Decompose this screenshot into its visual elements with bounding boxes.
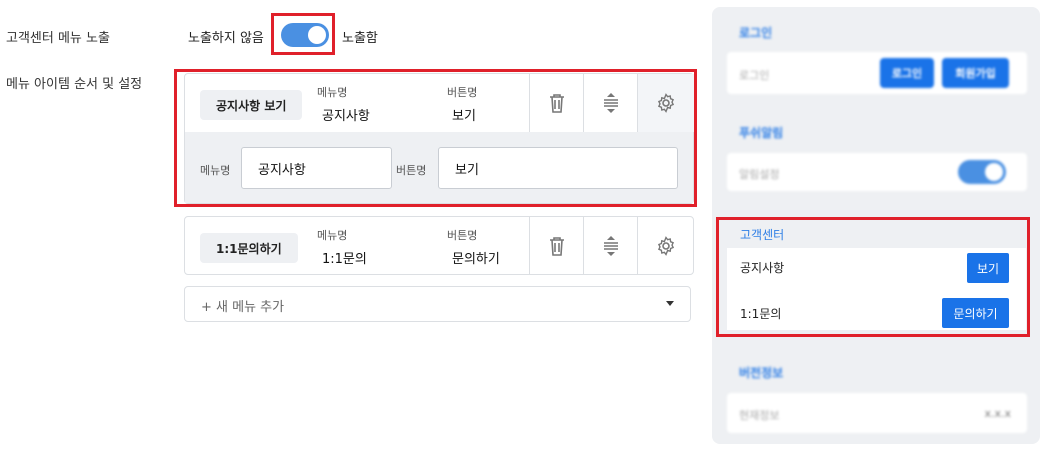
version-row: 현재정보 x.x.x <box>727 393 1027 433</box>
version-value: x.x.x <box>984 407 1011 420</box>
menu-item-edit-panel: 메뉴명 공지사항 버튼명 보기 <box>185 132 693 203</box>
support-row-label: 1:1문의 <box>740 307 782 321</box>
menu-item-tag[interactable]: 1:1문의하기 <box>200 233 298 263</box>
version-current-label: 현재정보 <box>739 409 780 422</box>
button-name-value: 문의하기 <box>452 252 500 267</box>
settings-button[interactable] <box>637 74 694 132</box>
reorder-icon <box>603 93 618 113</box>
delete-button[interactable] <box>529 74 583 132</box>
button-name-input[interactable]: 보기 <box>438 147 678 189</box>
add-menu-label: + 새 메뉴 추가 <box>201 300 285 315</box>
reorder-icon <box>603 236 618 256</box>
edit-menu-label: 메뉴명 <box>200 164 231 177</box>
button-name-label: 버튼명 <box>447 86 478 99</box>
support-row-label: 공지사항 <box>740 261 785 275</box>
toggle-knob <box>308 26 326 44</box>
push-toggle[interactable] <box>958 160 1006 184</box>
trash-icon <box>549 94 564 113</box>
push-setting-label: 알림설정 <box>739 168 780 181</box>
push-row: 알림설정 <box>727 153 1027 191</box>
menu-item-card: 공지사항 보기 메뉴명 공지사항 버튼명 보기 메뉴명 공지사항 버튼명 보기 <box>184 73 694 204</box>
menu-name-input[interactable]: 공지사항 <box>241 147 392 189</box>
edit-button-label: 버튼명 <box>396 164 427 177</box>
exposure-toggle[interactable] <box>281 23 329 47</box>
support-list: 공지사항 보기 1:1문의 문의하기 <box>727 248 1026 330</box>
reorder-handle[interactable] <box>583 217 637 275</box>
exposure-label: 고객센터 메뉴 노출 <box>6 31 110 46</box>
push-title: 푸쉬알림 <box>739 126 784 140</box>
menu-name-label: 메뉴명 <box>317 229 348 242</box>
toggle-knob <box>985 163 1003 181</box>
settings-button[interactable] <box>637 217 694 275</box>
menu-item-header[interactable]: 1:1문의하기 메뉴명 1:1문의 버튼명 문의하기 <box>185 217 693 275</box>
hide-label: 노출하지 않음 <box>188 31 264 46</box>
version-title: 버전정보 <box>739 366 784 380</box>
show-label: 노출함 <box>342 31 378 46</box>
button-name-value: 보기 <box>452 109 476 124</box>
menu-name-value: 공지사항 <box>322 109 370 124</box>
support-row-button[interactable]: 보기 <box>967 253 1009 283</box>
menu-item-card: 1:1문의하기 메뉴명 1:1문의 버튼명 문의하기 <box>184 216 694 275</box>
menu-item-header[interactable]: 공지사항 보기 메뉴명 공지사항 버튼명 보기 <box>185 74 694 132</box>
menu-name-label: 메뉴명 <box>317 86 348 99</box>
delete-button[interactable] <box>529 217 583 275</box>
login-row: 로그인 로그인 회원가입 <box>727 52 1027 94</box>
chevron-down-icon <box>666 301 674 306</box>
support-title: 고객센터 <box>740 228 785 242</box>
signup-button[interactable]: 회원가입 <box>942 58 1009 88</box>
items-label: 메뉴 아이템 순서 및 설정 <box>6 77 143 92</box>
login-title: 로그인 <box>739 26 773 40</box>
reorder-handle[interactable] <box>583 74 637 132</box>
login-placeholder: 로그인 <box>739 69 770 82</box>
gear-icon <box>657 93 675 113</box>
add-menu-dropdown[interactable]: + 새 메뉴 추가 <box>184 286 691 322</box>
button-name-label: 버튼명 <box>447 229 478 242</box>
support-row-button[interactable]: 문의하기 <box>942 298 1009 328</box>
login-button[interactable]: 로그인 <box>880 58 934 88</box>
menu-item-tag[interactable]: 공지사항 보기 <box>200 90 303 120</box>
gear-icon <box>657 236 675 256</box>
trash-icon <box>549 237 564 256</box>
menu-name-value: 1:1문의 <box>322 252 367 267</box>
